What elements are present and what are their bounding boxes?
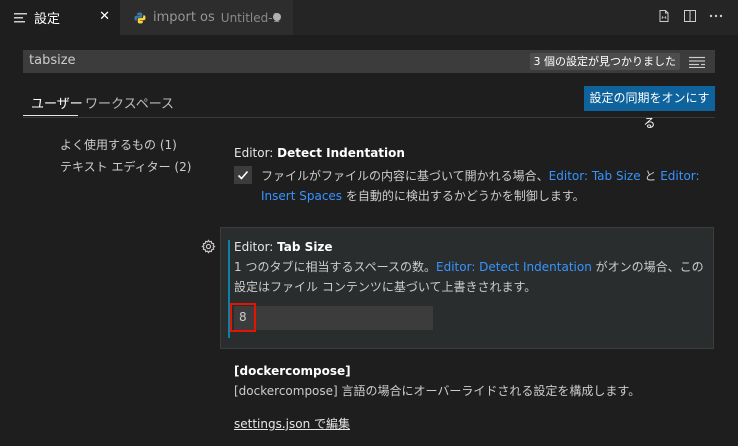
setting-dockercompose: [dockercompose] [dockercompose] 言語の場合にオー… [234, 364, 714, 401]
edit-in-settings-json-link[interactable]: settings.json で編集 [234, 415, 350, 432]
setting-name: [dockercompose] [234, 364, 351, 378]
editor-actions [656, 8, 724, 24]
tab-workspace[interactable]: ワークスペース [85, 93, 174, 112]
settings-search[interactable]: tabsize 3 個の設定が見つかりました [23, 50, 715, 73]
tab-untitled[interactable]: import os Untitled-1 [120, 0, 294, 35]
split-editor-icon[interactable] [682, 8, 698, 24]
detect-indentation-link[interactable]: Editor: Detect Indentation [436, 260, 592, 274]
setting-title: Editor: Detect Indentation [234, 146, 704, 160]
setting-category: Editor: [234, 240, 278, 254]
result-count-badge: 3 個の設定が見つかりました [529, 53, 680, 70]
more-actions-icon[interactable] [708, 8, 724, 24]
setting-description: 1 つのタブに相当するスペースの数。Editor: Detect Indenta… [234, 257, 704, 297]
filter-icon[interactable] [689, 56, 705, 68]
search-input[interactable]: tabsize [29, 53, 76, 68]
desc-text: と [640, 169, 661, 183]
tab-untitled-description: Untitled-1 [220, 10, 281, 25]
setting-detect-indentation: Editor: Detect Indentation ファイルがファイルの内容に… [234, 146, 704, 206]
open-settings-json-icon[interactable] [656, 8, 672, 24]
highlight-box [230, 303, 256, 332]
setting-title: Editor: Tab Size [234, 240, 704, 254]
settings-toc: よく使用するもの (1) テキスト エディター (2) [60, 137, 191, 181]
setting-name: Detect Indentation [277, 146, 405, 160]
setting-name: Tab Size [277, 240, 333, 254]
setting-description: [dockercompose] 言語の場合にオーバーライドされる設定を構成します… [234, 384, 641, 398]
turn-on-sync-button[interactable]: 設定の同期をオンにする [584, 86, 715, 130]
desc-text: ファイルがファイルの内容に基づいて開かれる場合、 [261, 169, 549, 183]
setting-category: Editor: [234, 146, 278, 160]
setting-title: [dockercompose] [234, 364, 714, 378]
tab-settings-label: 設定 [34, 12, 61, 27]
unsaved-dot-icon[interactable] [273, 13, 281, 21]
detect-indentation-checkbox[interactable] [234, 166, 252, 184]
tab-settings[interactable]: 設定 ✕ [0, 0, 120, 35]
check-icon [237, 170, 249, 180]
python-icon [134, 12, 146, 23]
tab-size-link[interactable]: Editor: Tab Size [549, 169, 641, 183]
toc-item-commonly-used[interactable]: よく使用するもの (1) [60, 137, 191, 159]
tab-user[interactable]: ユーザー [31, 93, 83, 112]
gear-icon[interactable] [201, 239, 216, 254]
desc-text: を自動的に検出するかどうかを制御します。 [342, 189, 585, 203]
tab-bar: 設定 ✕ import os Untitled-1 [0, 0, 738, 35]
tab-untitled-label: import os [153, 10, 215, 25]
desc-text: 1 つのタブに相当するスペースの数。 [234, 260, 437, 274]
setting-tab-size: Editor: Tab Size 1 つのタブに相当するスペースの数。Edito… [230, 240, 704, 332]
tab-size-input[interactable]: 8 [230, 303, 433, 332]
settings-editor-icon [14, 12, 27, 22]
close-icon[interactable]: ✕ [99, 9, 110, 24]
toc-item-text-editor[interactable]: テキスト エディター (2) [60, 159, 191, 181]
setting-description: ファイルがファイルの内容に基づいて開かれる場合、Editor: Tab Size… [261, 166, 704, 206]
active-tab-underline [23, 115, 78, 116]
